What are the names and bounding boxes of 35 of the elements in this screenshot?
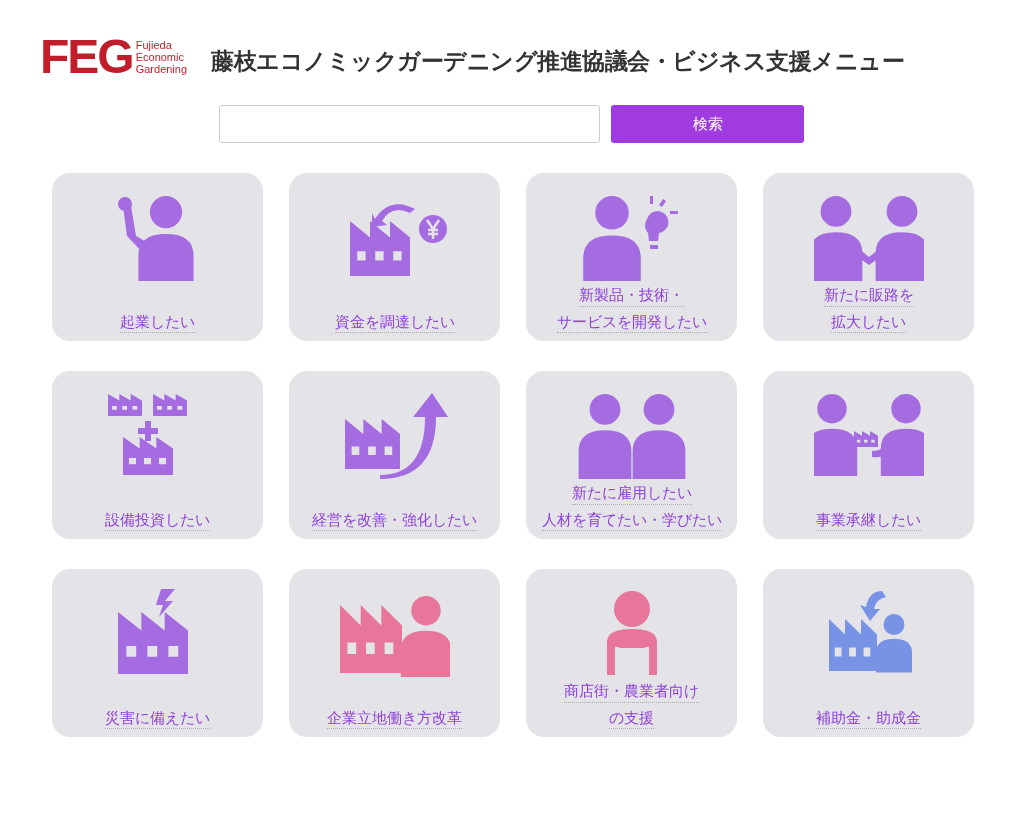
page-title: 藤枝エコノミックガーデニング推進協議会・ビジネス支援メニュー: [211, 46, 905, 76]
menu-card[interactable]: 補助金・助成金: [763, 569, 974, 737]
menu-card[interactable]: 事業承継したい: [763, 371, 974, 539]
menu-link[interactable]: 災害に備えたい: [105, 708, 210, 729]
logo-text: Economic: [135, 51, 185, 63]
logo-text: Fujieda: [135, 39, 173, 51]
menu-link[interactable]: 起業したい: [120, 312, 195, 333]
menu-link[interactable]: 設備投資したい: [105, 510, 210, 531]
menu-link[interactable]: 新たに雇用したい: [571, 484, 692, 505]
menu-card[interactable]: 設備投資したい: [52, 371, 263, 539]
menu-card[interactable]: 災害に備えたい: [52, 569, 263, 737]
menu-link[interactable]: 拡大したい: [831, 312, 906, 333]
menu-link[interactable]: サービスを開発したい: [556, 312, 707, 333]
menu-card[interactable]: 資金を調達したい: [289, 173, 500, 341]
menu-link[interactable]: 企業立地働き方改革: [327, 708, 462, 729]
search-button[interactable]: 検索: [611, 105, 804, 143]
menu-link[interactable]: 人材を育てたい・学びたい: [541, 510, 722, 531]
menu-card[interactable]: 新たに販路を 拡大したい: [763, 173, 974, 341]
menu-card[interactable]: 経営を改善・強化したい: [289, 371, 500, 539]
menu-link[interactable]: 新たに販路を: [823, 286, 914, 307]
menu-link[interactable]: 経営を改善・強化したい: [312, 510, 477, 531]
search-field[interactable]: [219, 105, 600, 143]
menu-link[interactable]: 新製品・技術・: [579, 286, 684, 307]
menu-card[interactable]: 起業したい: [52, 173, 263, 341]
logo-mark: FEG: [40, 33, 133, 81]
menu-link[interactable]: の支援: [609, 708, 654, 729]
menu-link[interactable]: 商店街・農業者向け: [564, 682, 699, 703]
menu-card[interactable]: 新製品・技術・ サービスを開発したい: [526, 173, 737, 341]
menu-card[interactable]: 商店街・農業者向け の支援: [526, 569, 737, 737]
menu-link[interactable]: 資金を調達したい: [334, 312, 455, 333]
menu-link[interactable]: 補助金・助成金: [816, 708, 921, 729]
logo-text: Gardening: [135, 63, 188, 75]
menu-link[interactable]: 事業承継したい: [816, 510, 921, 531]
menu-card[interactable]: 企業立地働き方改革: [289, 569, 500, 737]
menu-card[interactable]: 新たに雇用したい 人材を育てたい・学びたい: [526, 371, 737, 539]
